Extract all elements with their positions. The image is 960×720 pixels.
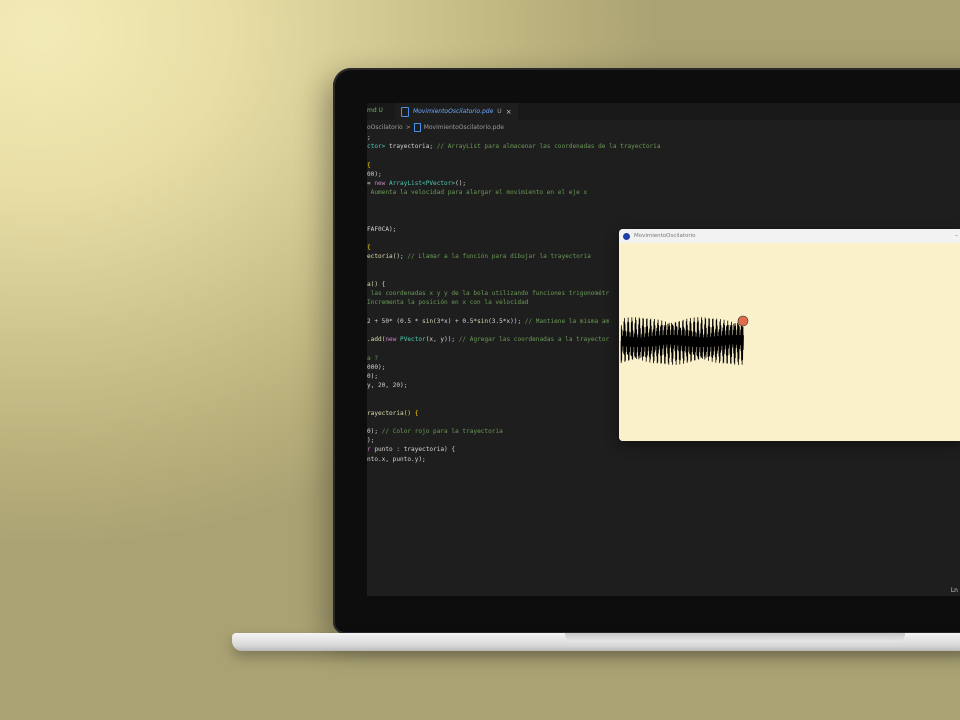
code-token: FAF0CA); [367,225,397,233]
previous-tab[interactable]: md U [367,107,383,114]
code-line: r punto : trayectoria) { [367,445,960,454]
code-token: nto.x, punto.y); [367,455,426,463]
code-token: ; [367,134,371,141]
code-token: ctor> [367,143,390,151]
code-token: punto : trayectoria) { [374,446,456,454]
code-line: Aumenta la velocidad para alargar el mov… [367,188,960,197]
breadcrumb: oOscilatorio > MovimientoOscilatorio.pde [367,123,504,132]
tab-label: MovimientoOscilatorio.pde [413,108,494,115]
sketch-canvas [619,243,960,441]
code-token: new [385,336,401,344]
file-icon [401,106,409,117]
code-token: () { [403,409,419,417]
code-token: sin [477,317,489,325]
code-token: Aumenta la velocidad para alargar el mov… [367,189,588,197]
code-line: 00); [367,170,960,179]
code-token: sin [422,317,434,325]
breadcrumb-folder[interactable]: oOscilatorio [367,124,403,131]
trajectory-plot [619,243,960,441]
code-token: a() { [367,281,386,288]
code-token: { [367,161,371,169]
code-line: ; [367,133,960,142]
tab-movimiento-oscilatorio[interactable]: MovimientoOscilatorio.pde U × [395,103,518,120]
oscillating-ball [737,315,749,327]
code-token: Incrementa la posición en x con la veloc… [367,299,529,307]
file-icon [413,123,421,132]
code-token: rayectoria [367,409,404,417]
code-token: (3.5*x)); [488,317,525,325]
code-line: = new ArrayList<PVector>(); [367,179,960,188]
breadcrumb-file[interactable]: MovimientoOscilatorio.pde [424,124,504,131]
breadcrumb-separator: > [405,124,411,131]
code-token: { [367,244,371,252]
code-token: 000); [367,363,386,371]
close-tab-icon[interactable]: × [506,108,512,116]
editor-tab-bar: md U MovimientoOscilatorio.pde U × [367,103,960,120]
sketch-window: MovimientoOscilatorio – [619,229,960,441]
code-token: // Llamar a la función para dibujar la t… [407,253,591,261]
code-token: ectoria [367,253,393,261]
code-token: PVector [400,336,426,344]
code-token: las coordenadas x y y de la bola utiliza… [367,290,610,298]
code-token: // Color rojo para la trayectoria [381,428,503,435]
code-token: 2 + 50* (0.5 * [367,317,423,325]
code-token: y, 20, 20); [367,382,408,390]
code-token: (); [455,179,467,187]
code-token: // Agregar las coordenadas a la trayecto… [458,336,610,344]
minimize-icon[interactable]: – [955,232,958,239]
code-token: 00); [367,170,382,178]
modified-marker: U [497,108,502,115]
code-token: (); [392,253,408,261]
sketch-titlebar[interactable]: MovimientoOscilatorio – [619,229,960,243]
code-line: nto.x, punto.y); [367,455,960,464]
code-token: trayectoria; [389,143,437,151]
sketch-title: MovimientoOscilatorio [634,233,696,239]
code-token: ); [367,437,375,445]
code-token: // ArrayList para almacenar las coordena… [436,143,661,151]
status-line-indicator[interactable]: Ln [951,587,958,594]
code-line: { [367,161,960,170]
code-token: // Mantiene la misma am [524,317,610,325]
code-token: 0); [367,428,382,435]
code-token: .add [367,336,382,344]
code-line: ctor> trayectoria; // ArrayList para alm… [367,142,960,151]
code-token: (x, y)); [425,336,459,344]
code-token: a ? [367,354,379,362]
processing-icon [623,232,630,240]
code-token: ArrayList<PVector> [389,179,456,187]
laptop-opening-notch [565,633,905,642]
code-token: new [374,179,390,187]
code-token: (3*x) + 0.5* [433,317,478,325]
code-token: 0); [367,372,379,380]
